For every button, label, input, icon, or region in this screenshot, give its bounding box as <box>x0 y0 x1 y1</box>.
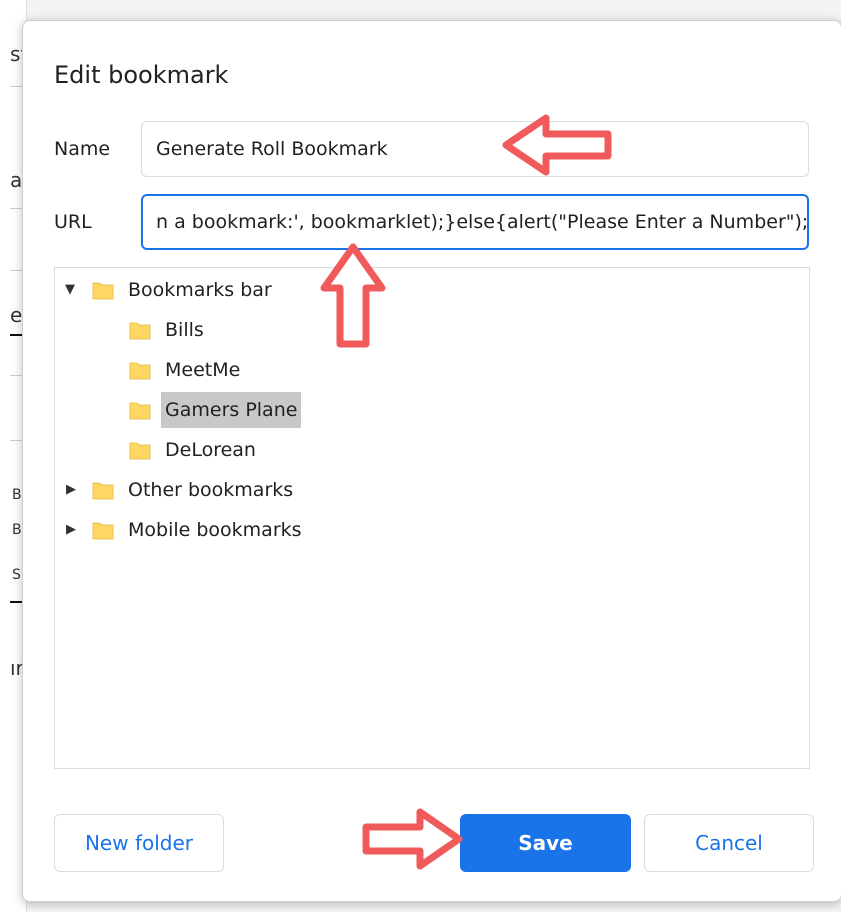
tree-item-label: DeLorean <box>165 439 256 461</box>
annotation-arrow-left-icon <box>502 114 612 176</box>
annotation-arrow-up-icon <box>320 243 386 348</box>
folder-icon <box>129 322 151 340</box>
url-input-value: n a bookmark:', bookmarklet);}else{alert… <box>156 211 809 233</box>
name-label: Name <box>54 138 111 160</box>
tree-item-label: Mobile bookmarks <box>128 519 302 541</box>
annotation-arrow-right-icon <box>362 808 463 870</box>
expand-right-icon[interactable]: ▶ <box>66 483 78 496</box>
tree-item-label: Other bookmarks <box>128 479 294 501</box>
name-input-value: Generate Roll Bookmark <box>156 138 388 160</box>
tree-item-mobile-bookmarks[interactable]: ▶ Mobile bookmarks <box>55 512 455 548</box>
folder-icon <box>129 362 151 380</box>
tree-item-other-bookmarks[interactable]: ▶ Other bookmarks <box>55 472 455 508</box>
background-text-fragment: B <box>12 487 22 503</box>
tree-item-meetme[interactable]: MeetMe <box>55 352 455 388</box>
url-input[interactable]: n a bookmark:', bookmarklet);}else{alert… <box>141 194 809 250</box>
expand-down-icon[interactable]: ▼ <box>65 283 77 296</box>
name-input[interactable]: Generate Roll Bookmark <box>141 121 809 177</box>
tree-item-bills[interactable]: Bills <box>55 312 455 348</box>
folder-icon <box>129 402 151 420</box>
folder-icon <box>92 482 114 500</box>
tree-item-gamers-plane[interactable]: Gamers Plane <box>55 392 455 428</box>
expand-right-icon[interactable]: ▶ <box>66 523 78 536</box>
tree-item-label: Bookmarks bar <box>128 279 272 301</box>
tree-item-label: Gamers Plane <box>161 392 302 428</box>
tree-item-label: MeetMe <box>165 359 241 381</box>
save-button[interactable]: Save <box>460 814 631 872</box>
edit-bookmark-dialog: Edit bookmark Name Generate Roll Bookmar… <box>22 20 841 902</box>
new-folder-button[interactable]: New folder <box>54 814 224 872</box>
folder-icon <box>92 282 114 300</box>
folder-tree[interactable]: ▼ Bookmarks bar Bills MeetMe Gamers Plan… <box>54 267 810 769</box>
cancel-button[interactable]: Cancel <box>644 814 814 872</box>
tree-item-bookmarks-bar[interactable]: ▼ Bookmarks bar <box>55 272 455 308</box>
background-text-fragment: B <box>12 522 22 538</box>
background-text-fragment: a <box>10 168 23 192</box>
background-text-fragment: e <box>10 303 23 327</box>
tree-item-label: Bills <box>165 319 204 341</box>
folder-icon <box>129 442 151 460</box>
tree-item-delorean[interactable]: DeLorean <box>55 432 455 468</box>
folder-icon <box>92 522 114 540</box>
dialog-title: Edit bookmark <box>54 61 229 89</box>
background-text-fragment: S <box>12 567 21 583</box>
url-label: URL <box>54 211 92 233</box>
